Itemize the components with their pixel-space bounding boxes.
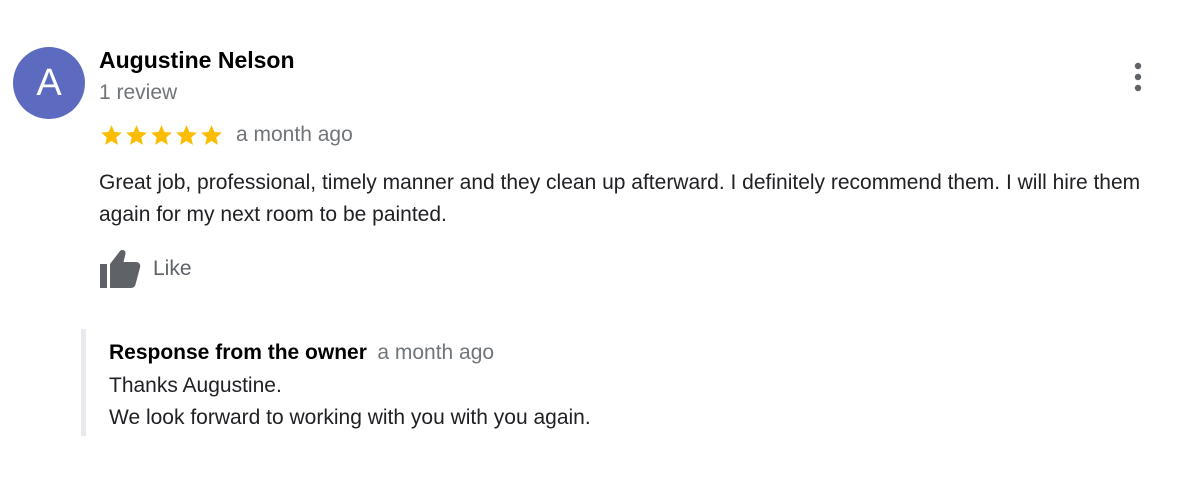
review-text: Great job, professional, timely manner a…: [99, 171, 1141, 226]
review-card: A Augustine Nelson 1 review a month ago …: [0, 0, 1200, 479]
review-time: a month ago: [236, 123, 353, 146]
response-text-line: Thanks Augustine.: [109, 374, 282, 397]
star-icon: [174, 123, 199, 148]
thumbs-up-icon: [99, 249, 141, 289]
star-icon: [199, 123, 224, 148]
star-icon: [99, 123, 124, 148]
like-button[interactable]: Like: [99, 248, 192, 290]
response-text-line: We look forward to working with you with…: [109, 406, 591, 429]
author-name[interactable]: Augustine Nelson: [99, 47, 295, 74]
response-time: a month ago: [377, 341, 495, 364]
response-header: Response from the owner a month ago: [109, 341, 494, 365]
response-title: Response from the owner: [109, 341, 367, 364]
owner-response: Response from the owner a month ago Than…: [81, 329, 1086, 436]
more-vert-icon: [1124, 60, 1152, 94]
star-icon: [124, 123, 149, 148]
like-label: Like: [153, 257, 192, 280]
star-rating: [99, 123, 224, 148]
avatar-initial: A: [36, 62, 62, 104]
more-options-button[interactable]: [1124, 60, 1152, 94]
review-count: 1 review: [99, 81, 178, 104]
rating-row: a month ago: [99, 120, 353, 150]
star-icon: [149, 123, 174, 148]
avatar[interactable]: A: [13, 47, 85, 119]
